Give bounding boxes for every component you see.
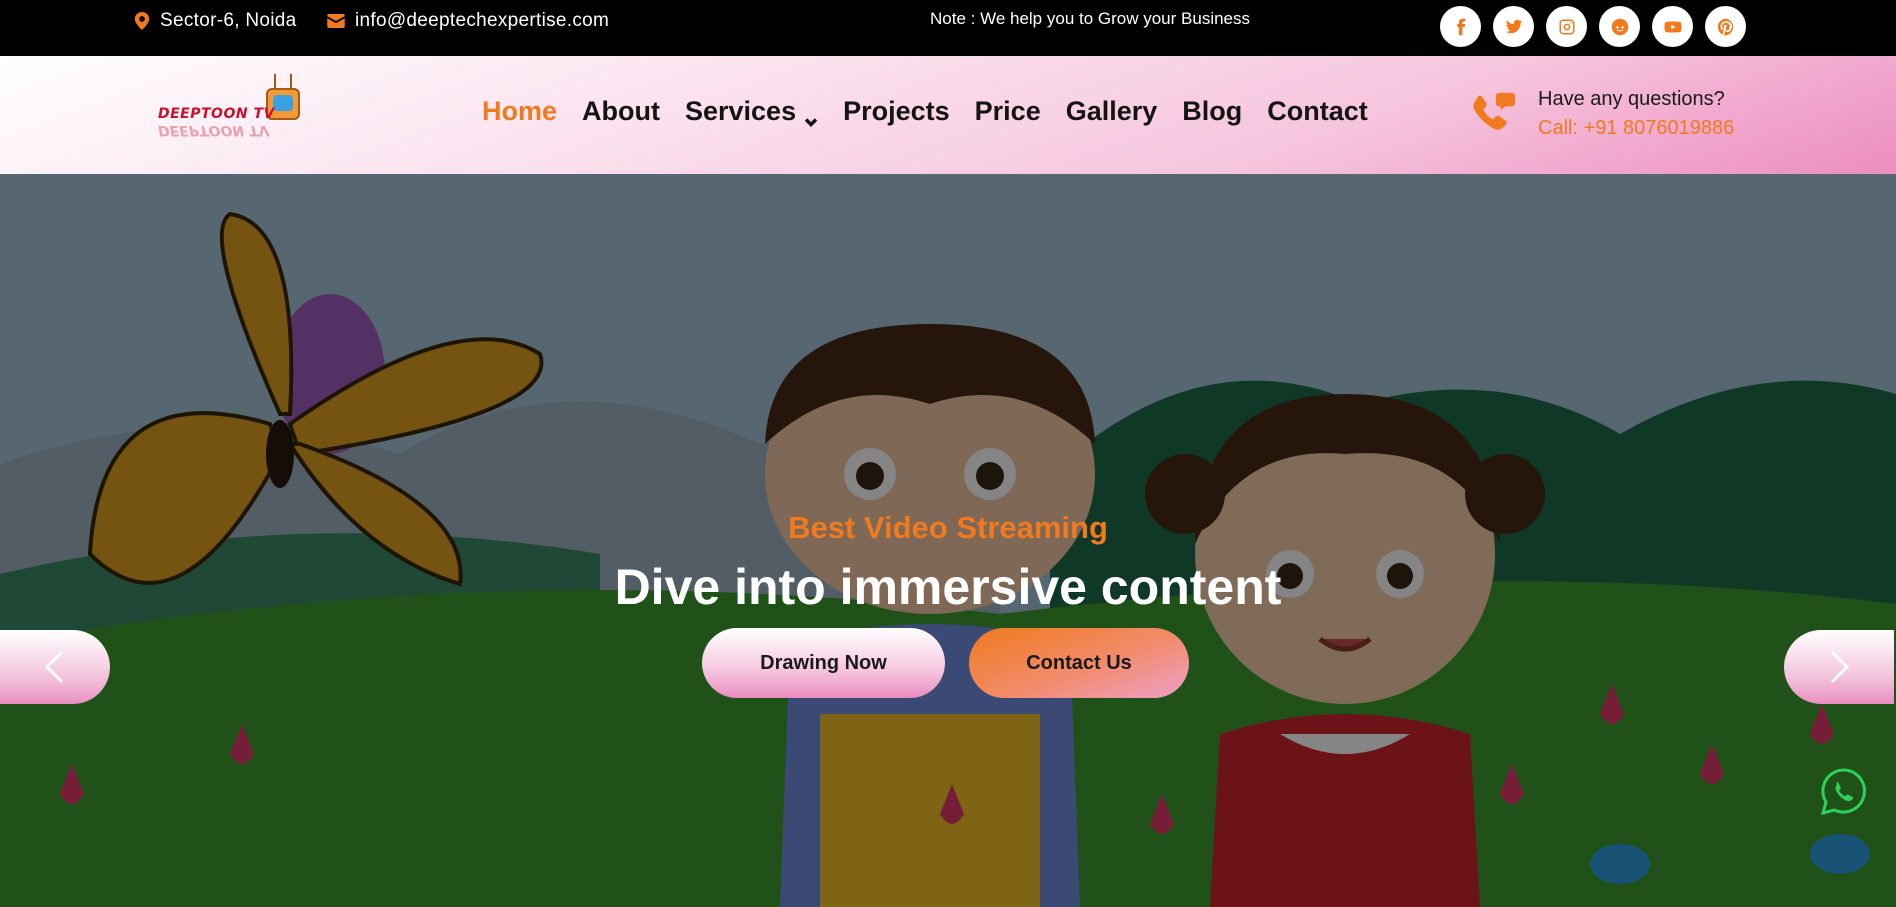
prev-slide-button[interactable] [0,630,110,704]
chevron-down-icon [804,105,818,127]
chevron-left-icon [44,650,64,684]
youtube-icon[interactable] [1652,6,1693,47]
social-links [1440,6,1746,47]
hero-subtitle: Best Video Streaming [788,510,1108,545]
phone-chat-icon [1473,92,1516,130]
contact-question: Have any questions? [1538,88,1725,110]
map-pin-icon [134,12,150,30]
instagram-icon[interactable] [1546,6,1587,47]
main-nav: Home About Services Projects Price Galle… [482,96,1368,127]
nav-services[interactable]: Services [685,96,818,127]
facebook-icon[interactable] [1440,6,1481,47]
nav-services-label: Services [684,96,797,126]
location-text: Sector-6, Noida [160,10,297,31]
nav-home[interactable]: Home [482,96,557,127]
logo-reflection: DEEPTOON TV [158,122,270,138]
main-header: DEEPTOON TV DEEPTOON TV Home About Servi… [0,56,1896,174]
nav-contact[interactable]: Contact [1267,96,1368,127]
contact-phone-link[interactable]: Call: +91 8076019886 [1538,117,1734,140]
nav-blog[interactable]: Blog [1182,96,1242,127]
nav-price[interactable]: Price [975,96,1041,127]
envelope-icon [327,14,345,28]
next-slide-button[interactable] [1784,630,1894,704]
whatsapp-icon[interactable] [1818,766,1870,818]
hero-title: Dive into immersive content [614,559,1282,615]
hero-slider: Best Video Streaming Dive into immersive… [0,174,1896,907]
header-contact: Have any questions? Call: +91 8076019886 [1470,88,1734,140]
nav-gallery[interactable]: Gallery [1066,96,1158,127]
drawing-now-button[interactable]: Drawing Now [702,628,945,698]
email-info[interactable]: info@deeptechexpertise.com [327,10,609,32]
logo-text: DEEPTOON TV [158,106,275,122]
email-text[interactable]: info@deeptechexpertise.com [355,10,609,32]
nav-projects[interactable]: Projects [843,96,950,127]
chevron-right-icon [1830,650,1850,684]
twitter-icon[interactable] [1493,6,1534,47]
contact-us-button[interactable]: Contact Us [969,628,1189,698]
nav-about[interactable]: About [582,96,660,127]
pinterest-icon[interactable] [1705,6,1746,47]
top-bar: Sector-6, Noida info@deeptechexpertise.c… [0,0,1896,56]
top-note: Note : We help you to Grow your Business [930,9,1251,28]
location-info: Sector-6, Noida [134,10,297,32]
site-logo[interactable]: DEEPTOON TV DEEPTOON TV [154,74,304,146]
reddit-icon[interactable] [1599,6,1640,47]
contact-text: Have any questions? Call: +91 8076019886 [1538,88,1734,140]
